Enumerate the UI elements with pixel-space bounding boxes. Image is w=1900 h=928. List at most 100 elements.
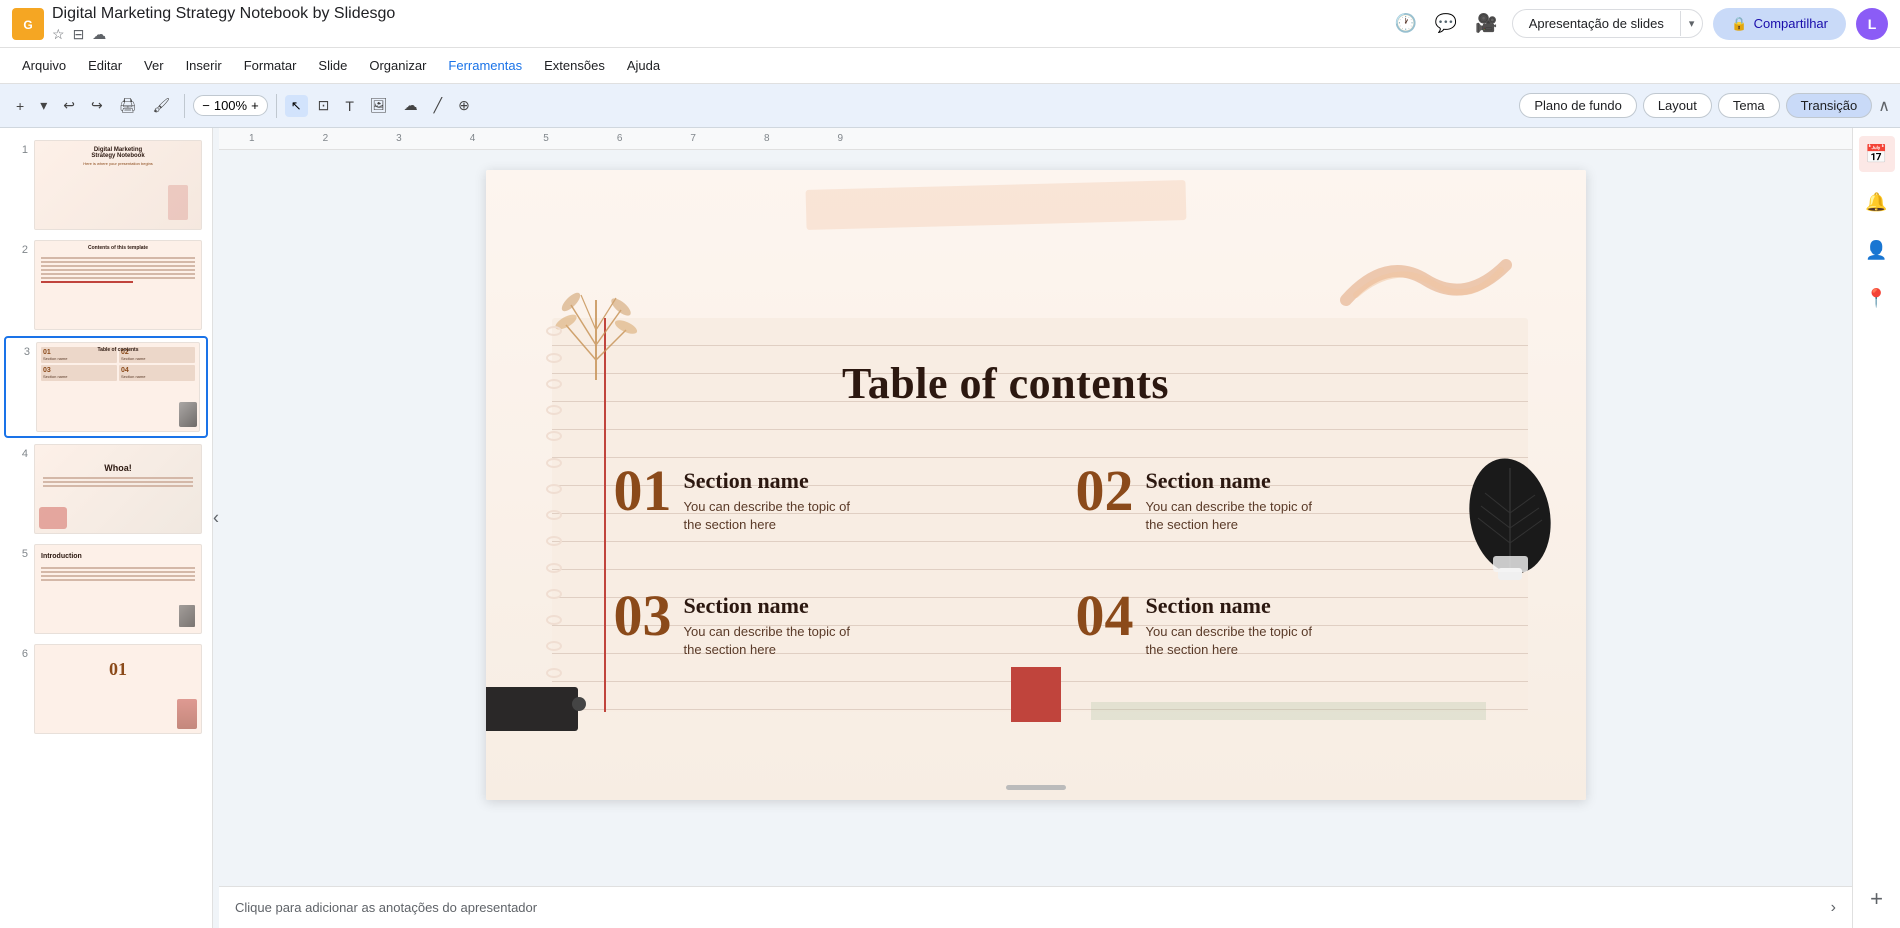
- sidebar-collapse-button[interactable]: ‹: [213, 507, 219, 528]
- redo-button[interactable]: ↪: [85, 93, 109, 118]
- green-strip: [1091, 702, 1486, 720]
- slide-preview-5: Introduction: [34, 544, 202, 634]
- bg-button[interactable]: Plano de fundo: [1519, 93, 1636, 118]
- leaf-decoration: [1463, 448, 1558, 583]
- section-text-04: Section name You can describe the topic …: [1146, 587, 1312, 659]
- section-name-03: Section name: [684, 593, 850, 619]
- slides-panel: 1 Digital Marketing Strategy Notebook He…: [0, 128, 213, 928]
- section-desc-01: You can describe the topic ofthe section…: [684, 498, 850, 534]
- cloud-button[interactable]: ☁: [92, 26, 106, 43]
- person-panel-button[interactable]: 👤: [1859, 232, 1895, 268]
- slide-thumb-2[interactable]: 2 Contents of this template: [4, 236, 208, 334]
- slide-number-4: 4: [10, 448, 28, 460]
- notes-expand-button[interactable]: ›: [1831, 899, 1836, 917]
- section-item-03: 03 Section name You can describe the top…: [614, 587, 1046, 692]
- toolbar-dropdown-button[interactable]: ▾: [34, 93, 53, 118]
- add-panel-button[interactable]: +: [1870, 886, 1883, 912]
- toolbar-right: Plano de fundo Layout Tema Transição ∧: [1519, 93, 1890, 118]
- scroll-indicator: [1006, 785, 1066, 790]
- slide-preview-2: Contents of this template: [34, 240, 202, 330]
- zoom-in-icon: +: [251, 98, 259, 113]
- menu-organizar[interactable]: Organizar: [359, 54, 436, 77]
- menu-editar[interactable]: Editar: [78, 54, 132, 77]
- slide-canvas[interactable]: Table of contents 01 Section name You ca…: [486, 170, 1586, 800]
- app-icon: G: [12, 8, 44, 40]
- menu-ajuda[interactable]: Ajuda: [617, 54, 670, 77]
- toolbar-collapse-button[interactable]: ∧: [1878, 96, 1890, 116]
- more-tool-button[interactable]: ⊕: [452, 93, 476, 118]
- paint-button[interactable]: 🖌: [146, 93, 176, 118]
- section-num-01: 01: [614, 462, 672, 520]
- cursor-tool-button[interactable]: ↖: [285, 95, 308, 117]
- slide-thumb-4[interactable]: 4 Whoa!: [4, 440, 208, 538]
- section-item-02: 02 Section name You can describe the top…: [1076, 462, 1508, 567]
- present-dropdown-button[interactable]: ▾: [1680, 11, 1703, 36]
- section-text-01: Section name You can describe the topic …: [684, 462, 850, 534]
- tape-pin: [572, 697, 586, 711]
- menu-extensoes[interactable]: Extensões: [534, 54, 615, 77]
- section-desc-03: You can describe the topic ofthe section…: [684, 623, 850, 659]
- history-button[interactable]: 🕐: [1390, 9, 1420, 38]
- zoom-control[interactable]: − 100% +: [193, 95, 267, 116]
- image-tool-button[interactable]: 🖼: [364, 93, 394, 118]
- slide-preview-1: Digital Marketing Strategy Notebook Here…: [34, 140, 202, 230]
- brush-stroke-decoration: [1326, 240, 1526, 320]
- zoom-out-icon: −: [202, 98, 210, 113]
- menu-formatar[interactable]: Formatar: [234, 54, 307, 77]
- slide-preview-3: Table of contents 01Section name 02Secti…: [36, 342, 200, 432]
- menu-ferramentas[interactable]: Ferramentas: [438, 54, 532, 77]
- theme-button[interactable]: Tema: [1718, 93, 1780, 118]
- present-button[interactable]: Apresentação de slides: [1513, 10, 1680, 37]
- notification-panel-button[interactable]: 🔔: [1859, 184, 1895, 220]
- slide-thumb-3[interactable]: 3 Table of contents 01Section name 02Sec…: [4, 336, 208, 438]
- undo-button[interactable]: ↩: [57, 93, 81, 118]
- menu-inserir[interactable]: Inserir: [176, 54, 232, 77]
- title-bar: G Digital Marketing Strategy Notebook by…: [0, 0, 1900, 48]
- zoom-level: 100%: [214, 98, 247, 113]
- slide-number-5: 5: [10, 548, 28, 560]
- menu-bar: Arquivo Editar Ver Inserir Formatar Slid…: [0, 48, 1900, 84]
- lock-icon: 🔒: [1731, 16, 1747, 32]
- star-button[interactable]: ☆: [52, 26, 65, 43]
- slide-thumb-5[interactable]: 5 Introduction: [4, 540, 208, 638]
- share-button[interactable]: 🔒 Compartilhar: [1713, 8, 1846, 40]
- main-content: 1 Digital Marketing Strategy Notebook He…: [0, 128, 1900, 928]
- folder-button[interactable]: ⊟: [73, 26, 85, 43]
- section-item-01: 01 Section name You can describe the top…: [614, 462, 1046, 567]
- bottom-bar[interactable]: Clique para adicionar as anotações do ap…: [219, 886, 1852, 928]
- calendar-panel-button[interactable]: 📅: [1859, 136, 1895, 172]
- chat-button[interactable]: 💬: [1431, 9, 1461, 38]
- canvas-scroll[interactable]: Table of contents 01 Section name You ca…: [219, 150, 1852, 886]
- top-right-controls: 🕐 💬 🎥 Apresentação de slides ▾ 🔒 Compart…: [1390, 8, 1888, 40]
- map-panel-button[interactable]: 📍: [1859, 280, 1895, 316]
- slide-number-3: 3: [12, 346, 30, 358]
- menu-slide[interactable]: Slide: [308, 54, 357, 77]
- section-name-01: Section name: [684, 468, 850, 494]
- present-btn-group: Apresentação de slides ▾: [1512, 9, 1704, 38]
- select-tool-button[interactable]: ⊡: [312, 93, 336, 118]
- black-tape: [486, 687, 578, 731]
- shape-tool-button[interactable]: ☁: [398, 93, 424, 118]
- section-text-03: Section name You can describe the topic …: [684, 587, 850, 659]
- right-panel: 📅 🔔 👤 📍 +: [1852, 128, 1900, 928]
- slide-preview-6: 01: [34, 644, 202, 734]
- separator: [184, 94, 185, 118]
- line-tool-button[interactable]: ╱: [428, 93, 448, 118]
- toolbar-add-button[interactable]: +: [10, 94, 30, 118]
- transition-button[interactable]: Transição: [1786, 93, 1873, 118]
- print-button[interactable]: 🖨: [113, 93, 143, 118]
- menu-arquivo[interactable]: Arquivo: [12, 54, 76, 77]
- menu-ver[interactable]: Ver: [134, 54, 174, 77]
- section-num-04: 04: [1076, 587, 1134, 645]
- slide-thumb-6[interactable]: 6 01: [4, 640, 208, 738]
- camera-button[interactable]: 🎥: [1471, 9, 1501, 38]
- layout-button[interactable]: Layout: [1643, 93, 1712, 118]
- section-item-04: 04 Section name You can describe the top…: [1076, 587, 1508, 692]
- share-label: Compartilhar: [1754, 16, 1828, 31]
- section-num-02: 02: [1076, 462, 1134, 520]
- slide-thumb-1[interactable]: 1 Digital Marketing Strategy Notebook He…: [4, 136, 208, 234]
- ruler-horizontal: 1 2 3 4 5 6 7 8 9: [219, 128, 1852, 150]
- user-avatar-button[interactable]: L: [1856, 8, 1888, 40]
- slide-number-1: 1: [10, 144, 28, 156]
- text-tool-button[interactable]: T: [339, 94, 360, 118]
